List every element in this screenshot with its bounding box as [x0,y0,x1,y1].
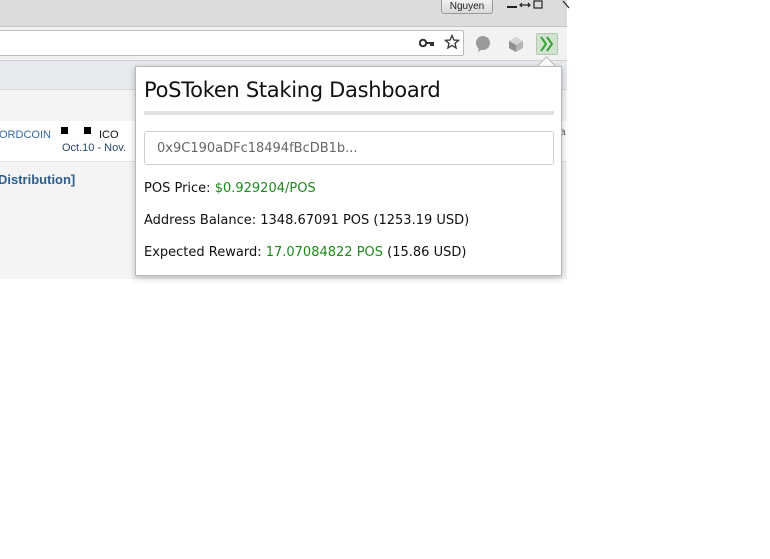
chat-bubble-icon[interactable] [473,33,495,55]
distribution-link[interactable]: Distribution] [0,172,75,187]
star-icon[interactable] [443,33,461,55]
window-titlebar: Nguyen [0,0,570,27]
expected-reward-usd: (15.86 USD) [383,245,467,260]
title-divider [144,111,554,115]
pos-price-line: POS Price: $0.929204/POS [144,181,316,196]
address-balance-value: 1348.67091 POS (1253.19 USD) [260,213,470,228]
coin-name-link[interactable]: ORDCOIN [0,129,51,141]
address-balance-label: Address Balance: [144,213,261,228]
popup-title: PoSToken Staking Dashboard [144,78,441,102]
extension-popup: PoSToken Staking Dashboard POS Price: $0… [135,66,562,276]
profile-button[interactable]: Nguyen [441,0,493,14]
pos-price-value: $0.929204/POS [214,181,316,196]
close-icon[interactable] [562,0,570,12]
address-balance-line: Address Balance: 1348.67091 POS (1253.19… [144,213,469,228]
maximize-icon[interactable] [531,0,545,12]
chevrons-icon[interactable] [536,33,558,55]
minimize-icon[interactable] [505,0,519,12]
expected-reward-value: 17.07084822 POS [265,245,384,260]
pos-price-label: POS Price: [144,181,215,196]
browser-toolbar [0,27,567,61]
key-icon[interactable] [418,36,435,54]
flag-square-icon [84,127,91,134]
expected-reward-line: Expected Reward: 17.07084822 POS (15.86 … [144,245,466,260]
ico-label: ICO [99,129,119,141]
address-input[interactable] [144,131,554,165]
address-bar[interactable] [0,30,464,56]
date-range: Oct.10 - Nov. [62,142,126,154]
restore-icon[interactable] [518,0,532,12]
cube-icon[interactable] [505,33,527,55]
expected-reward-label: Expected Reward: [144,245,266,260]
flag-square-icon [61,127,68,134]
